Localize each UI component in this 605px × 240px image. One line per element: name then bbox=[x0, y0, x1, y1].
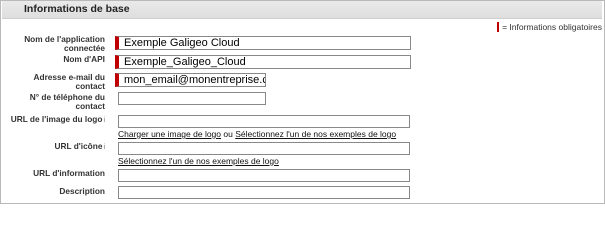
logo-links: Charger une image de logo ou Sélectionne… bbox=[118, 129, 396, 139]
api-name-label: Nom d'API bbox=[63, 54, 105, 64]
description-input[interactable] bbox=[118, 186, 410, 199]
icon-links: Sélectionnez l'un de nos exemples de log… bbox=[118, 156, 279, 166]
logo-url-label: URL de l'image du logoi bbox=[10, 114, 105, 125]
contact-phone-input[interactable] bbox=[118, 92, 266, 105]
info-icon: i bbox=[103, 117, 105, 124]
info-url-input[interactable] bbox=[118, 169, 410, 182]
info-url-label: URL d'information bbox=[33, 168, 105, 178]
links-separator: ou bbox=[223, 129, 233, 139]
info-icon: i bbox=[103, 144, 105, 151]
section-title: Informations de base bbox=[24, 3, 130, 15]
icon-samples-link[interactable]: Sélectionnez l'un de nos exemples de log… bbox=[118, 156, 279, 166]
contact-phone-label: N° de téléphone du contact bbox=[29, 92, 105, 111]
required-marker-icon bbox=[497, 22, 500, 32]
upload-logo-link[interactable]: Charger une image de logo bbox=[118, 129, 221, 139]
required-legend: = Informations obligatoires bbox=[497, 22, 602, 32]
description-label: Description bbox=[59, 186, 105, 196]
app-name-label: Nom de l'application connectée bbox=[24, 34, 105, 53]
app-name-input[interactable]: Exemple Galigeo Cloud bbox=[115, 36, 411, 50]
section-header: Informations de base bbox=[2, 1, 602, 19]
icon-url-label: URL d'icônei bbox=[54, 141, 105, 152]
icon-url-input[interactable] bbox=[118, 142, 410, 155]
logo-samples-link[interactable]: Sélectionnez l'un de nos exemples de log… bbox=[235, 129, 396, 139]
contact-email-label: Adresse e-mail du contact bbox=[33, 72, 105, 91]
logo-url-input[interactable] bbox=[118, 115, 410, 128]
contact-email-input[interactable]: mon_email@monentreprise.com bbox=[115, 73, 266, 87]
required-legend-text: = Informations obligatoires bbox=[502, 22, 602, 32]
api-name-input[interactable]: Exemple_Galigeo_Cloud bbox=[115, 55, 411, 69]
